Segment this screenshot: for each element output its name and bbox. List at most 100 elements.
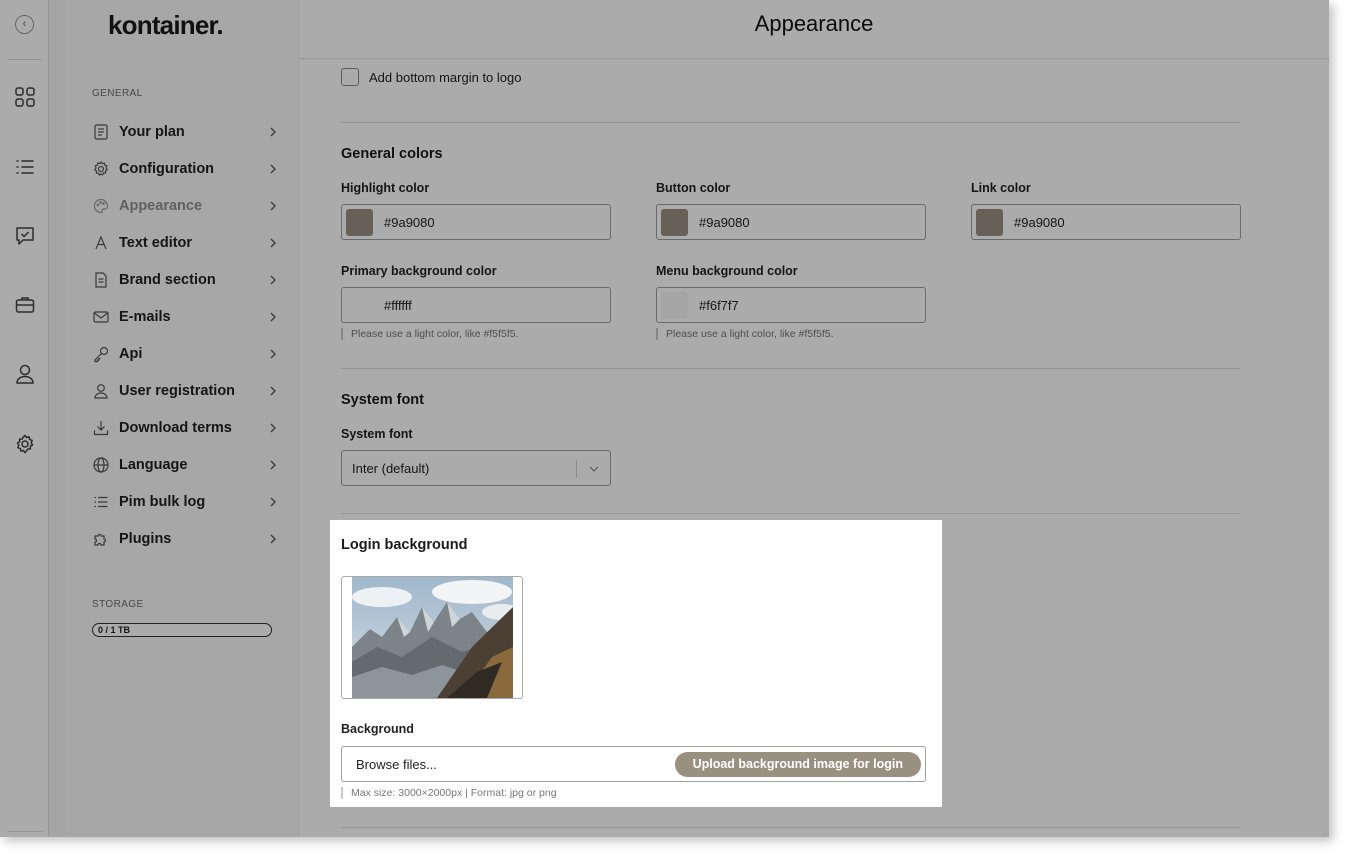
primary-bg-color-value: #ffffff	[384, 297, 412, 313]
puzzle-icon	[94, 533, 107, 546]
system-font-title: System font	[341, 392, 424, 408]
chevron-right-icon	[270, 275, 276, 284]
sidebar-item-label: Brand section	[119, 271, 216, 288]
sidebar-item-label: Appearance	[119, 197, 203, 214]
button-color-swatch[interactable]	[661, 208, 688, 236]
dashboard-grid-icon[interactable]	[14, 86, 36, 108]
sidebar-item-label: E-mails	[119, 308, 171, 325]
primary-bg-color-label: Primary background color	[341, 264, 497, 278]
chevron-right-icon	[270, 201, 276, 210]
chevron-right-icon	[270, 238, 276, 247]
briefcase-icon[interactable]	[14, 294, 36, 316]
upload-background-button[interactable]: Upload background image for login	[674, 752, 921, 777]
gear-icon	[93, 160, 109, 176]
list-icon	[94, 496, 108, 507]
primary-bg-color-swatch[interactable]	[346, 291, 373, 319]
login-background-title: Login background	[341, 537, 468, 553]
chevron-right-icon	[270, 164, 276, 173]
rail-divider	[8, 59, 42, 60]
chevron-right-icon	[270, 349, 276, 358]
chevron-down-icon[interactable]	[589, 464, 599, 474]
sidebar-item-pim-bulk-log[interactable]: Pim bulk log	[92, 483, 278, 520]
primary-bg-color-input[interactable]: #ffffff	[341, 287, 611, 323]
chevron-right-icon	[270, 460, 276, 469]
menu-bg-color-value: #f6f7f7	[699, 297, 739, 313]
highlight-color-value: #9a9080	[384, 214, 435, 230]
system-font-value: Inter (default)	[352, 461, 430, 476]
link-color-label: Link color	[971, 181, 1031, 195]
highlight-color-swatch[interactable]	[346, 208, 373, 236]
sidebar-item-label: Api	[119, 345, 143, 362]
sidebar-item-label: Language	[119, 456, 188, 473]
message-check-icon[interactable]	[14, 225, 36, 247]
link-color-swatch[interactable]	[976, 208, 1003, 236]
download-icon	[93, 420, 109, 435]
login-background-thumbnail	[341, 576, 523, 699]
sidebar-item-appearance[interactable]: Appearance	[92, 187, 278, 224]
globe-icon	[93, 456, 109, 473]
chevron-right-icon	[270, 386, 276, 395]
sidebar-item-label: Configuration	[119, 160, 215, 177]
sidebar-item-api[interactable]: Api	[92, 335, 278, 372]
sidebar-item-your-plan[interactable]: Your plan	[92, 113, 278, 150]
background-label: Background	[341, 722, 414, 736]
user-icon	[94, 383, 108, 399]
menu-bg-color-input[interactable]: #f6f7f7	[656, 287, 926, 323]
plan-icon	[94, 123, 108, 140]
sidebar-item-emails[interactable]: E-mails	[92, 298, 278, 335]
link-color-input[interactable]: #9a9080	[971, 204, 1241, 240]
highlight-color-label: Highlight color	[341, 181, 430, 195]
chevron-right-icon	[270, 127, 276, 136]
primary-bg-hint: Please use a light color, like #f5f5f5.	[341, 328, 519, 340]
button-color-input[interactable]: #9a9080	[656, 204, 926, 240]
general-section-label: GENERAL	[92, 88, 143, 99]
icon-rail: ‹	[0, 0, 49, 837]
sidebar-item-language[interactable]: Language	[92, 446, 278, 483]
chevron-right-icon	[270, 312, 276, 321]
page-title: Appearance	[754, 11, 874, 36]
sidebar-item-brand-section[interactable]: Brand section	[92, 261, 278, 298]
collapse-back-icon[interactable]: ‹	[15, 15, 34, 34]
background-file-hint: Max size: 3000×2000px | Format: jpg or p…	[341, 787, 557, 799]
sidebar-item-download-terms[interactable]: Download terms	[92, 409, 278, 446]
chevron-right-icon	[270, 497, 276, 506]
sidebar-item-label: User registration	[119, 382, 236, 399]
browse-files-placeholder: Browse files...	[356, 757, 437, 772]
bottom-margin-checkbox[interactable]	[341, 68, 359, 86]
user-icon[interactable]	[14, 363, 36, 385]
kontainer-logo[interactable]: kontainer.	[108, 10, 224, 41]
sidebar-item-user-registration[interactable]: User registration	[92, 372, 278, 409]
sidebar-item-label: Your plan	[119, 123, 185, 140]
text-icon	[95, 234, 107, 249]
sidebar-item-label: Download terms	[119, 419, 232, 436]
general-colors-title: General colors	[341, 146, 443, 162]
section-divider	[341, 368, 1240, 369]
chevron-right-icon	[270, 534, 276, 543]
settings-sidebar: kontainer. GENERAL Your plan Configurati…	[66, 0, 299, 837]
sidebar-item-plugins[interactable]: Plugins	[92, 520, 278, 557]
list-icon[interactable]	[14, 156, 36, 178]
link-color-value: #9a9080	[1014, 214, 1065, 230]
mail-icon	[93, 310, 109, 323]
login-background-panel: Login background Background Browse files…	[330, 520, 942, 807]
settings-gear-icon[interactable]	[14, 433, 36, 455]
mountain-image	[352, 577, 513, 698]
sidebar-item-configuration[interactable]: Configuration	[92, 150, 278, 187]
highlight-color-input[interactable]: #9a9080	[341, 204, 611, 240]
sidebar-item-label: Pim bulk log	[119, 493, 206, 510]
section-divider	[341, 513, 1240, 514]
document-icon	[95, 271, 107, 288]
sidebar-nav: Your plan Configuration Appearance Text …	[92, 113, 278, 557]
menu-bg-color-label: Menu background color	[656, 264, 798, 278]
menu-bg-color-swatch[interactable]	[661, 291, 688, 319]
storage-usage-bar: 0 / 1 TB	[92, 623, 272, 637]
menu-bg-hint: Please use a light color, like #f5f5f5.	[656, 328, 834, 340]
sidebar-item-label: Plugins	[119, 530, 172, 547]
system-font-select[interactable]: Inter (default)	[341, 450, 611, 486]
storage-section-label: STORAGE	[92, 599, 144, 610]
background-file-input[interactable]: Browse files... Upload background image …	[341, 746, 926, 782]
section-divider	[341, 827, 1240, 828]
sidebar-item-text-editor[interactable]: Text editor	[92, 224, 278, 261]
sidebar-item-label: Text editor	[119, 234, 193, 251]
rail-divider-bottom	[8, 831, 42, 832]
